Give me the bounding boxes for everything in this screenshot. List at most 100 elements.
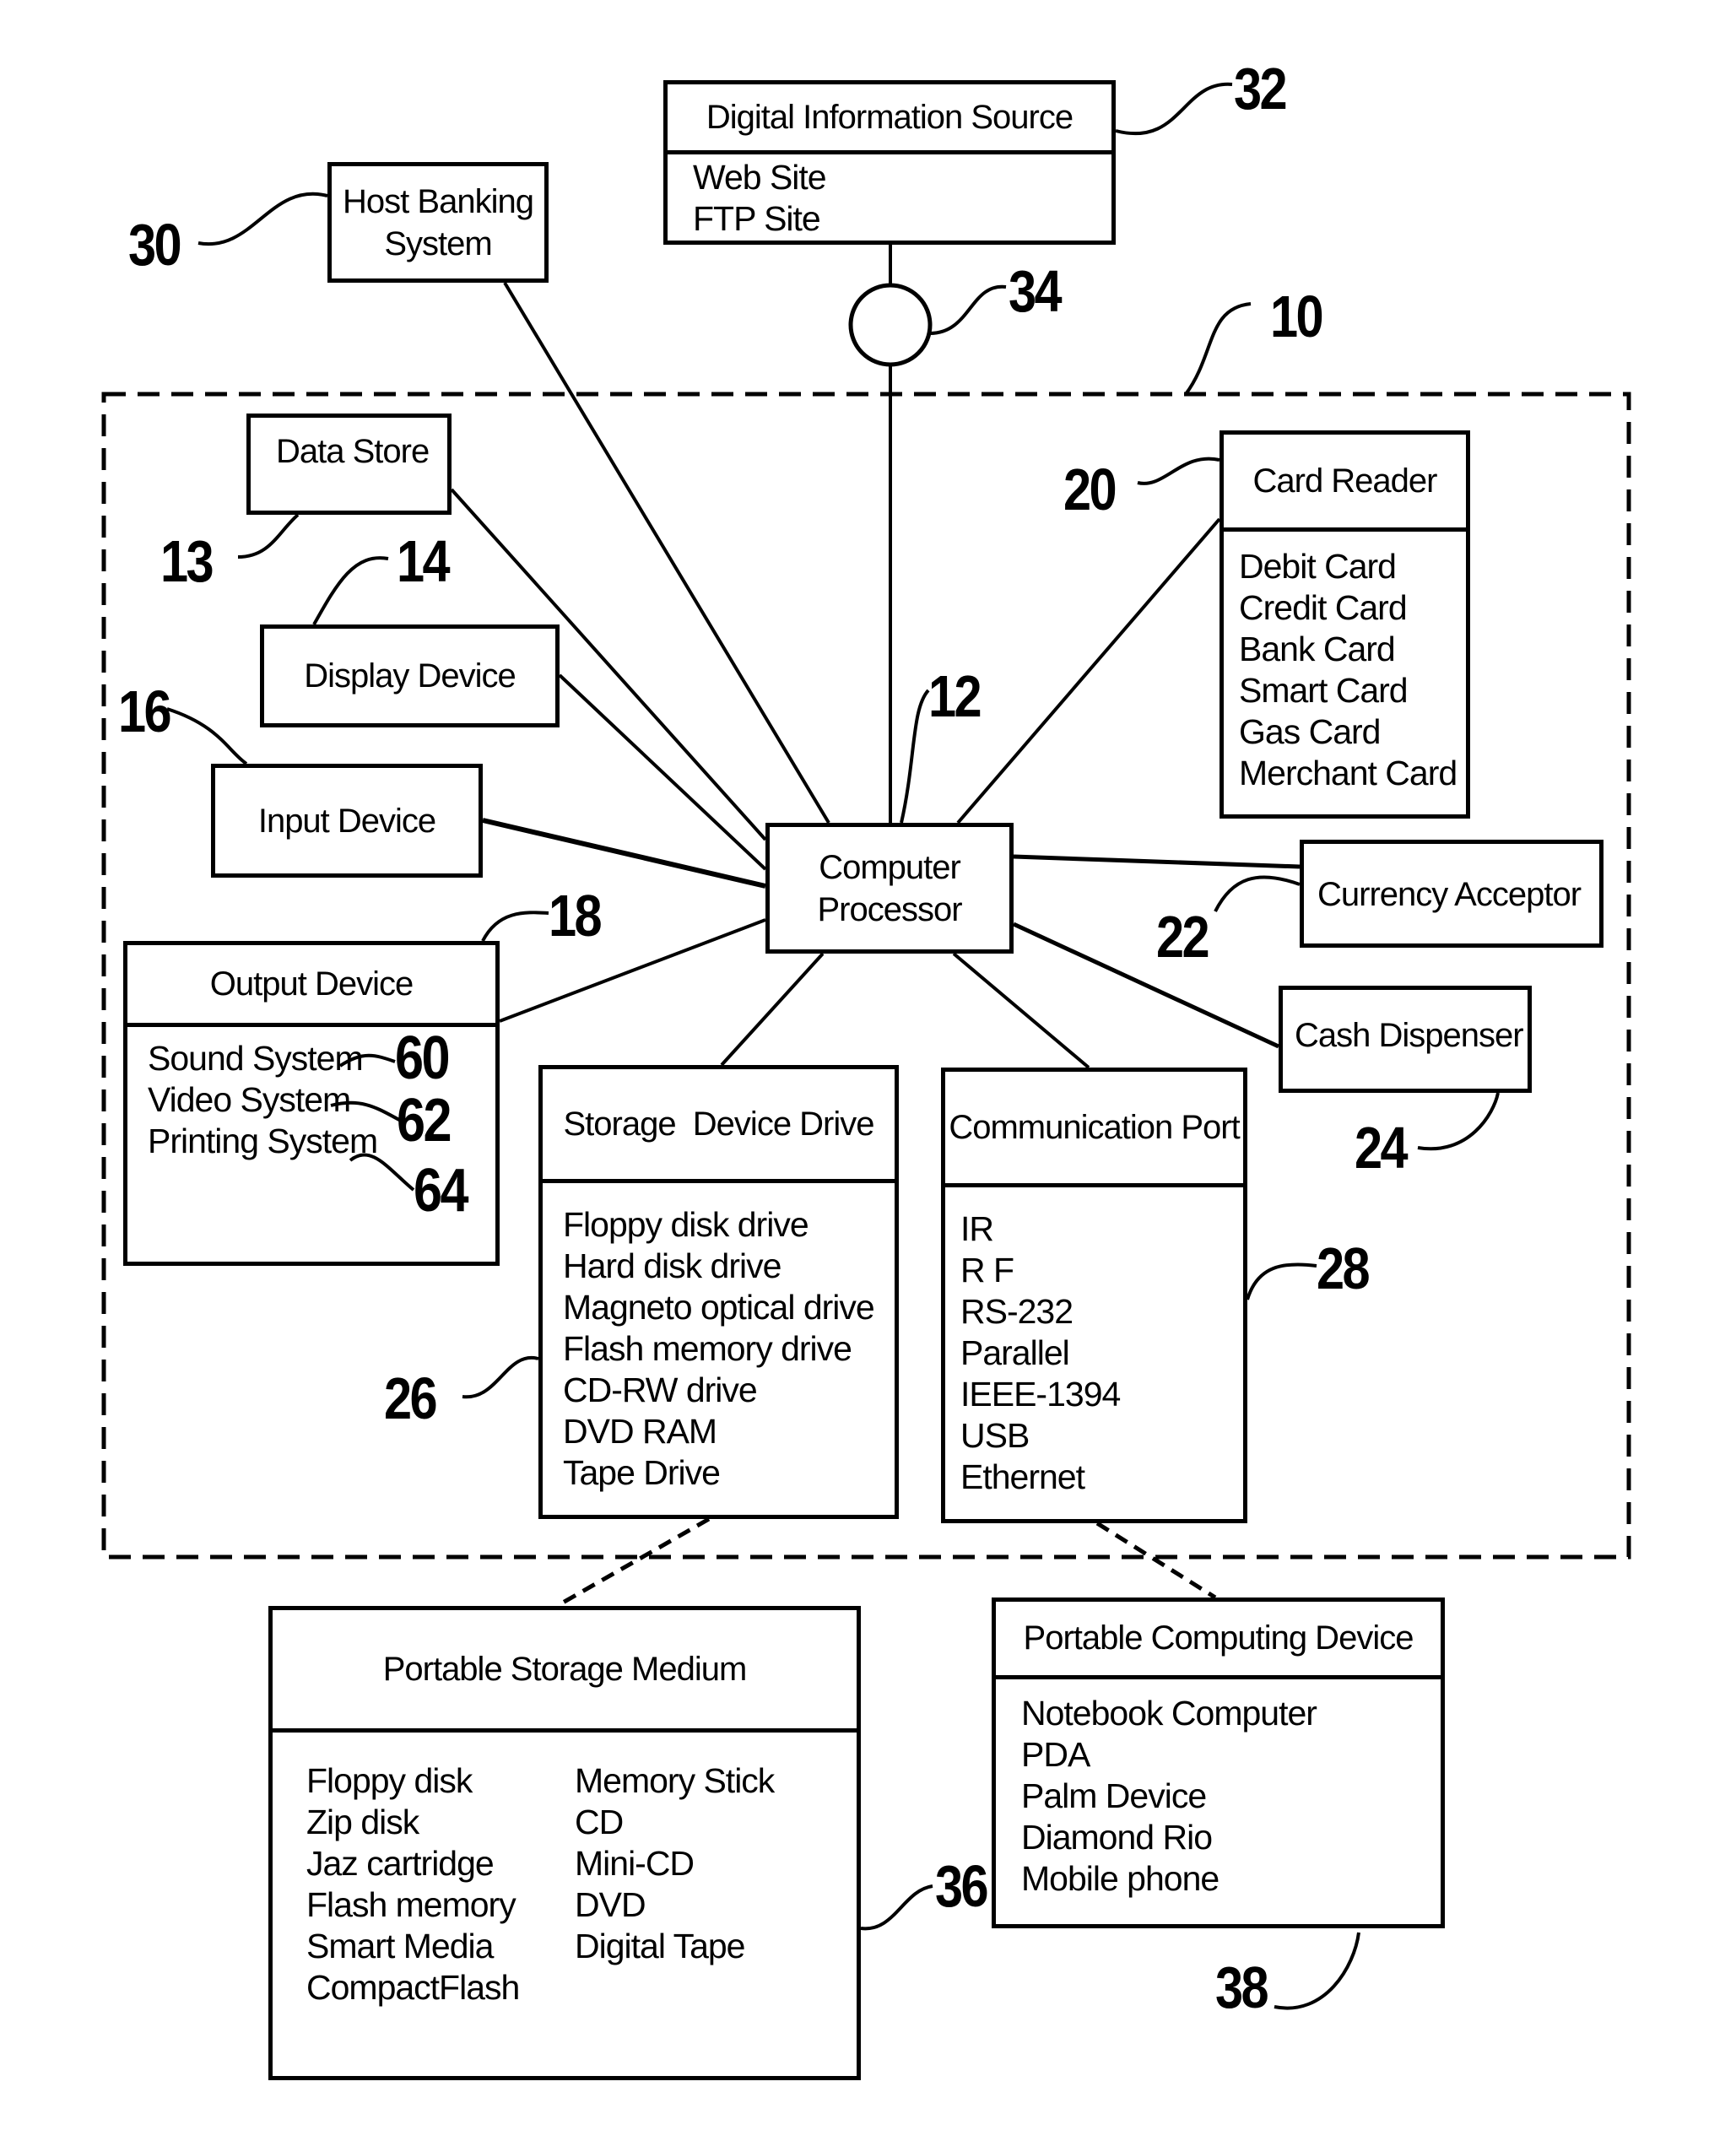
leader-13 — [237, 513, 300, 559]
portable-storage-item: DVD — [575, 1885, 646, 1924]
portable-storage-item: CompactFlash — [306, 1968, 520, 2007]
storage-drive-item: CD-RW drive — [563, 1370, 758, 1409]
cash-dispenser-box: Cash Dispenser — [1279, 986, 1532, 1093]
card-type-item: Gas Card — [1239, 712, 1381, 751]
comm-port-items: IR R F RS-232 Parallel IEEE-1394 USB Eth… — [945, 1183, 1243, 1519]
ref-36: 36 — [935, 1853, 989, 1919]
storage-drive-item: Floppy disk drive — [563, 1205, 809, 1244]
leader-28 — [1246, 1262, 1317, 1300]
leader-14 — [312, 556, 389, 625]
wire-card-processor — [956, 517, 1221, 824]
wire-display-processor — [558, 673, 767, 871]
leader-22 — [1214, 875, 1301, 912]
portable-storage-medium-box: Portable Storage Medium Floppy disk Zip … — [268, 1606, 861, 2080]
portable-computing-item: Mobile phone — [1021, 1859, 1220, 1898]
digital-information-source-box: Digital Information Source Web Site FTP … — [663, 80, 1116, 245]
portable-storage-title: Portable Storage Medium — [273, 1610, 857, 1733]
portable-computing-item: PDA — [1021, 1735, 1090, 1774]
portable-computing-item: Palm Device — [1021, 1776, 1207, 1815]
portable-storage-item: Digital Tape — [575, 1927, 746, 1965]
comm-port-item: RS-232 — [960, 1292, 1074, 1331]
card-type-item: Merchant Card — [1239, 754, 1457, 792]
input-device-label: Input Device — [257, 802, 436, 840]
host-banking-system-box: Host Banking System — [327, 162, 549, 283]
comm-port-item: R F — [960, 1251, 1014, 1289]
portable-storage-item: Mini-CD — [575, 1844, 695, 1883]
ref-62: 62 — [397, 1087, 452, 1154]
portable-storage-item: Smart Media — [306, 1927, 494, 1965]
portable-storage-item: Floppy disk — [306, 1761, 473, 1800]
ref-64: 64 — [414, 1157, 469, 1224]
ref-60: 60 — [395, 1024, 451, 1092]
card-reader-box: Card Reader Debit Card Credit Card Bank … — [1220, 430, 1470, 819]
storage-drive-title: Storage Device Drive — [543, 1069, 895, 1183]
ref-18: 18 — [549, 883, 603, 949]
wire-host-processor — [503, 281, 830, 824]
data-store-box: Data Store — [246, 414, 452, 515]
card-reader-title: Card Reader — [1224, 435, 1466, 532]
comm-port-item: USB — [960, 1416, 1030, 1455]
comm-port-title: Communication Port — [945, 1072, 1243, 1187]
leader-32 — [1115, 82, 1233, 136]
digital-source-item: FTP Site — [693, 199, 821, 238]
wire-output-processor — [499, 918, 766, 1023]
portable-computing-item: Notebook Computer — [1021, 1694, 1317, 1733]
ref-26: 26 — [384, 1365, 438, 1431]
leader-34 — [929, 284, 1007, 335]
leader-20 — [1137, 457, 1220, 485]
wire-storage-processor — [720, 952, 825, 1067]
digital-source-title: Digital Information Source — [668, 84, 1111, 154]
portable-storage-item: Jaz cartridge — [306, 1844, 495, 1883]
card-reader-items: Debit Card Credit Card Bank Card Smart C… — [1224, 527, 1466, 814]
storage-device-drive-box: Storage Device Drive Floppy disk drive H… — [538, 1065, 899, 1519]
leader-16 — [166, 707, 248, 765]
output-device-title: Output Device — [127, 945, 495, 1027]
processor-line1: Computer — [819, 848, 961, 886]
ref-10: 10 — [1270, 284, 1324, 349]
storage-drive-item: Magneto optical drive — [563, 1288, 875, 1327]
ref-13: 13 — [160, 528, 214, 594]
comm-port-item: Parallel — [960, 1333, 1070, 1372]
card-type-item: Credit Card — [1239, 588, 1408, 627]
network-node — [848, 283, 933, 367]
comm-port-item: Ethernet — [960, 1457, 1085, 1496]
portable-storage-col2: Memory Stick CD Mini-CD DVD Digital Tape — [575, 1760, 775, 1967]
portable-storage-col1: Floppy disk Zip disk Jaz cartridge Flash… — [306, 1760, 520, 2008]
wire-comm-processor — [952, 952, 1090, 1069]
leader-10 — [1184, 302, 1252, 396]
wire-currency-processor — [1013, 854, 1301, 869]
ref-12: 12 — [928, 663, 982, 729]
wire-cash-processor — [1012, 922, 1280, 1049]
leader-18 — [481, 911, 549, 942]
portable-storage-item: Zip disk — [306, 1803, 419, 1841]
portable-computing-device-box: Portable Computing Device Notebook Compu… — [992, 1598, 1445, 1928]
leader-36 — [860, 1884, 933, 1931]
portable-computing-title: Portable Computing Device — [996, 1602, 1441, 1679]
leader-38 — [1274, 1932, 1360, 2010]
ref-14: 14 — [397, 528, 451, 594]
leader-30 — [197, 192, 328, 246]
ref-38: 38 — [1215, 1954, 1269, 2020]
computer-processor-box: Computer Processor — [765, 823, 1014, 954]
ref-28: 28 — [1317, 1235, 1371, 1301]
digital-source-item: Web Site — [693, 158, 827, 197]
wire-comm-portable — [1095, 1521, 1217, 1600]
ref-30: 30 — [128, 212, 182, 278]
host-banking-line2: System — [384, 224, 492, 262]
ref-24: 24 — [1355, 1115, 1409, 1181]
input-device-box: Input Device — [211, 764, 483, 878]
card-type-item: Bank Card — [1239, 630, 1396, 668]
display-device-box: Display Device — [260, 624, 560, 727]
display-device-label: Display Device — [304, 657, 516, 695]
portable-storage-item: CD — [575, 1803, 624, 1841]
ref-16: 16 — [118, 678, 172, 744]
storage-drive-item: DVD RAM — [563, 1412, 717, 1451]
currency-acceptor-label: Currency Acceptor — [1317, 876, 1582, 913]
storage-drive-items: Floppy disk drive Hard disk drive Magnet… — [543, 1179, 895, 1515]
leader-24 — [1417, 1092, 1500, 1151]
leader-26 — [462, 1355, 539, 1399]
portable-storage-item: Flash memory — [306, 1885, 516, 1924]
ref-22: 22 — [1156, 904, 1210, 970]
portable-computing-items: Notebook Computer PDA Palm Device Diamon… — [996, 1676, 1441, 1924]
currency-acceptor-box: Currency Acceptor — [1300, 840, 1604, 948]
